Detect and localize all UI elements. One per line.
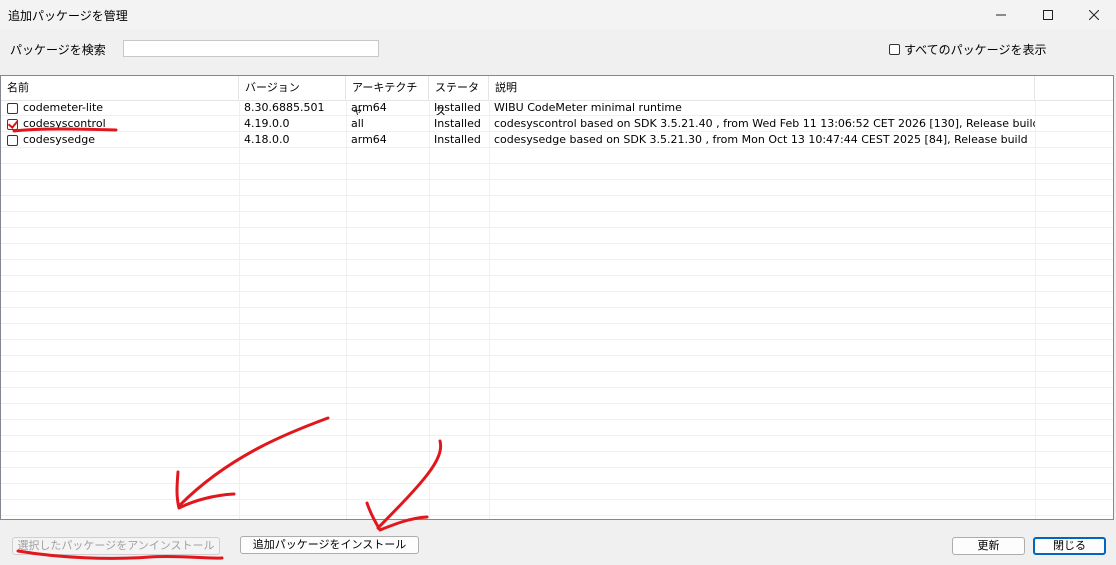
install-additional-button[interactable]: 追加パッケージをインストール [240, 536, 419, 554]
update-button[interactable]: 更新 [952, 537, 1025, 555]
package-version: 4.19.0.0 [244, 117, 290, 130]
table-row[interactable]: codesysedge 4.18.0.0 arm64 Installed cod… [1, 132, 1113, 148]
show-all-toggle[interactable]: すべてのパッケージを表示 [889, 41, 1046, 58]
close-button[interactable]: 閉じる [1033, 537, 1106, 555]
uninstall-selected-button[interactable]: 選択したパッケージをアンインストール [12, 537, 220, 555]
close-icon [1089, 9, 1099, 20]
package-status: Installed [434, 117, 481, 130]
list-header: 名前 バージョン アーキテクチャ ステータス 説明 [1, 76, 1113, 118]
table-row[interactable]: codemeter-lite 8.30.6885.501 arm64 Insta… [1, 100, 1113, 116]
package-version: 8.30.6885.501 [244, 101, 325, 114]
package-arch: all [351, 117, 364, 130]
header-status[interactable]: ステータス [429, 76, 489, 118]
header-description[interactable]: 説明 [489, 76, 1035, 100]
package-description: WIBU CodeMeter minimal runtime [494, 101, 682, 114]
search-label: パッケージを検索 [10, 43, 106, 57]
package-version: 4.18.0.0 [244, 133, 290, 146]
show-all-checkbox[interactable] [889, 44, 900, 55]
package-description: codesyscontrol based on SDK 3.5.21.40 , … [494, 117, 1035, 130]
row-checkbox[interactable] [7, 118, 18, 130]
title-bar: 追加パッケージを管理 [0, 0, 1116, 29]
package-name: codesysedge [23, 133, 95, 146]
header-name[interactable]: 名前 [1, 76, 239, 100]
package-status: Installed [434, 133, 481, 146]
row-grid [1, 100, 1113, 519]
show-all-label: すべてのパッケージを表示 [904, 43, 1047, 57]
search-input[interactable] [123, 40, 379, 57]
package-name: codemeter-lite [23, 101, 104, 114]
minimize-icon [996, 14, 1006, 15]
header-version[interactable]: バージョン [239, 76, 346, 100]
close-window-button[interactable] [1071, 0, 1116, 29]
minimize-button[interactable] [978, 0, 1024, 29]
package-arch: arm64 [351, 133, 387, 146]
package-name: codesyscontrol [23, 117, 106, 130]
row-checkbox[interactable] [7, 134, 18, 146]
table-row[interactable]: codesyscontrol 4.19.0.0 all Installed co… [1, 116, 1113, 132]
package-arch: arm64 [351, 101, 387, 114]
package-status: Installed [434, 101, 481, 114]
maximize-icon [1043, 9, 1053, 20]
row-checkbox[interactable] [7, 102, 18, 114]
maximize-button[interactable] [1025, 0, 1071, 29]
package-description: codesysedge based on SDK 3.5.21.30 , fro… [494, 133, 1028, 146]
header-architecture[interactable]: アーキテクチャ [346, 76, 429, 118]
package-list[interactable]: 名前 バージョン アーキテクチャ ステータス 説明 codemeter-lite… [0, 75, 1114, 520]
window-title: 追加パッケージを管理 [8, 9, 128, 23]
